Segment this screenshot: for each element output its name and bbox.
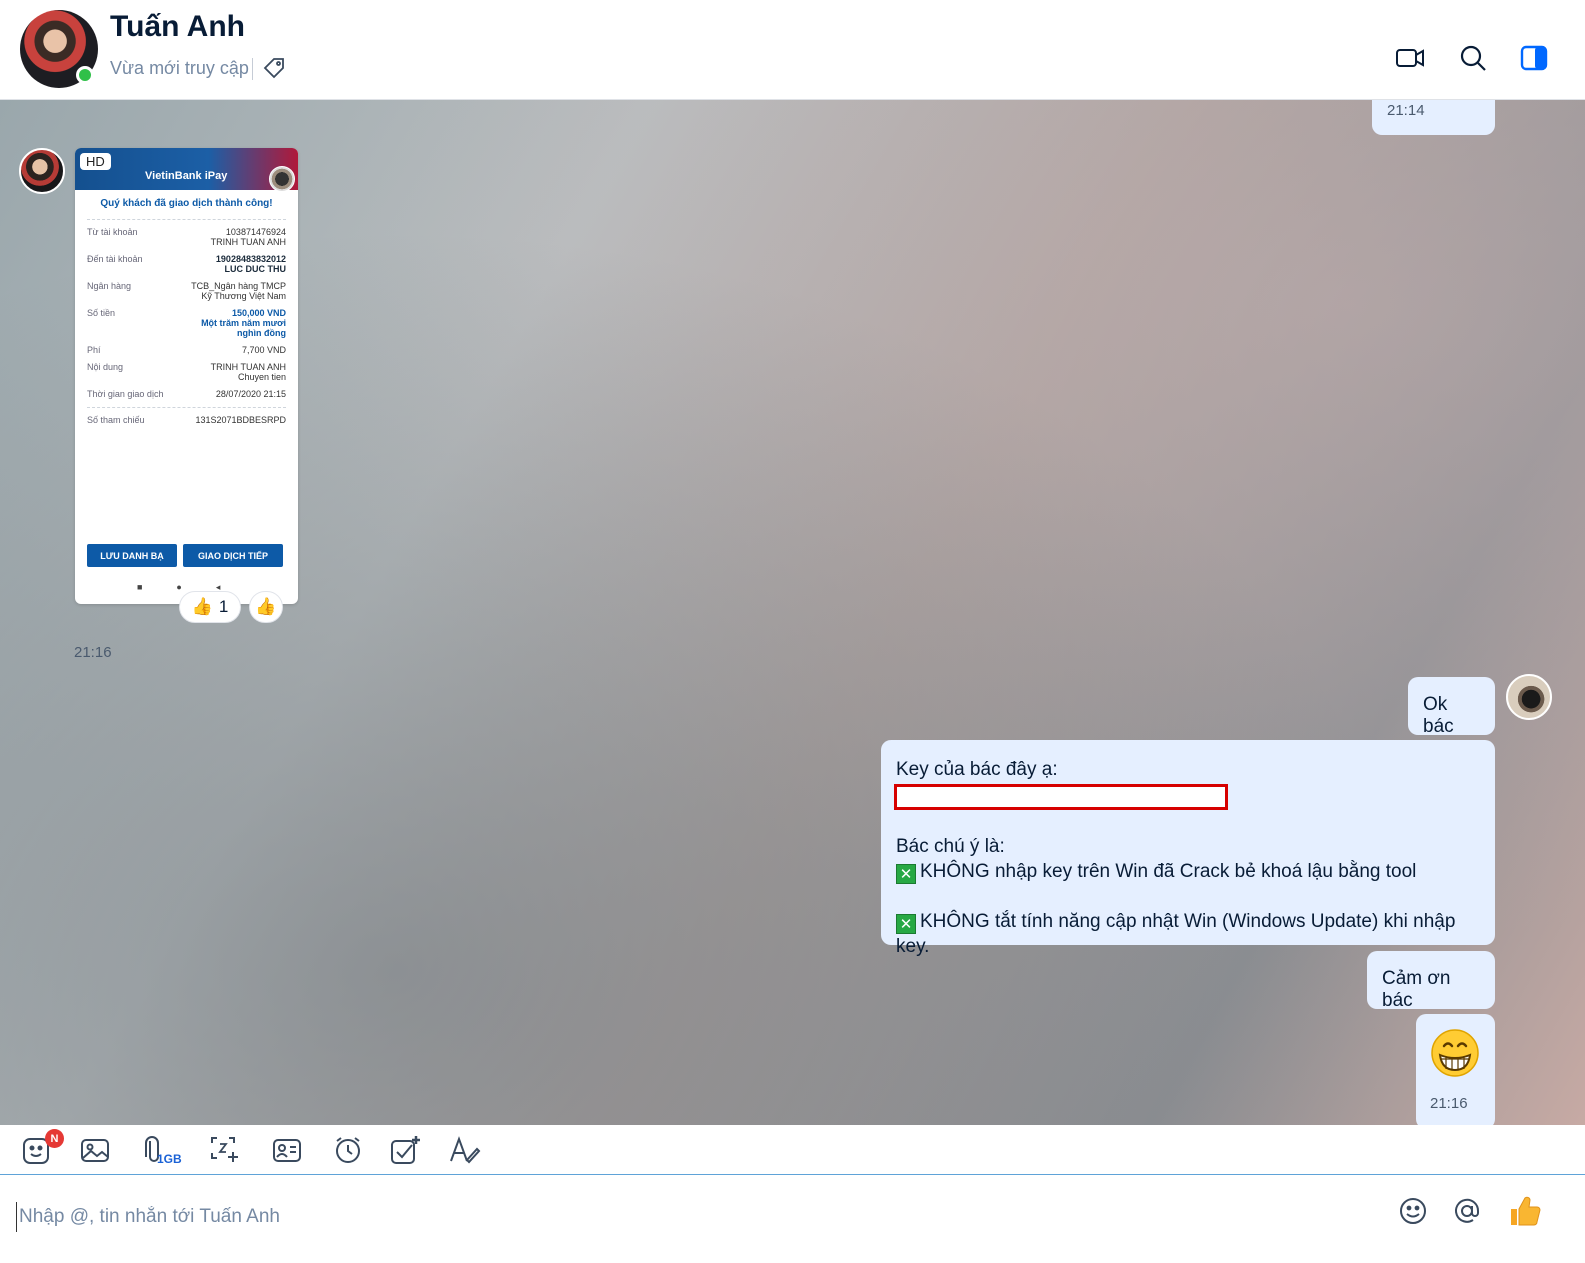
message-input[interactable] [16, 1202, 1376, 1232]
chat-messages[interactable]: 21:14 HD VietinBank iPay Quý khách đã gi… [0, 100, 1585, 1125]
reaction-count: 1 [218, 597, 229, 616]
message-bubble-key[interactable]: Key của bác đây ạ: Bác chú ý là: ✕ KHÔNG … [881, 740, 1495, 957]
sender-avatar[interactable] [19, 148, 65, 194]
contact-card-icon[interactable] [270, 1133, 304, 1167]
message-bubble-emoji[interactable]: 21:16 [1416, 1014, 1495, 1125]
receipt-save-contact-button: LƯU DANH BẠ [87, 544, 177, 567]
format-text-icon[interactable] [447, 1133, 481, 1167]
image-icon[interactable] [78, 1133, 112, 1167]
receipt-continue-button: GIAO DỊCH TIẾP [183, 544, 283, 567]
redacted-key-box [894, 784, 1228, 810]
my-avatar[interactable] [1506, 674, 1552, 720]
thumbs-up-icon: 👍 [191, 597, 213, 616]
search-icon[interactable] [1457, 42, 1489, 74]
contact-name[interactable]: Tuấn Anh [110, 10, 245, 44]
tag-icon[interactable] [262, 56, 286, 80]
file-limit-label: 1GB [157, 1152, 182, 1166]
send-like-icon[interactable] [1508, 1194, 1542, 1228]
hd-badge: HD [80, 153, 111, 170]
todo-icon[interactable] [389, 1133, 423, 1167]
composer-toolbar [0, 1125, 1585, 1175]
message-time: 21:14 [1387, 102, 1425, 119]
receipt-row: Phí 7,700 VND [87, 345, 286, 355]
chat-header: Tuấn Anh Vừa mới truy cập [0, 0, 1585, 100]
status-divider [252, 58, 253, 80]
mention-icon[interactable] [1450, 1194, 1484, 1228]
receipt-row: Số tham chiếu 131S2071BDBESRPD [87, 415, 286, 425]
message-text: Ok bác [1423, 694, 1454, 737]
message-bubble-ok[interactable]: Ok bác [1408, 677, 1495, 737]
grinning-emoji-icon [1431, 1029, 1479, 1077]
reaction-summary[interactable]: 👍 1 [179, 591, 241, 623]
screenshot-icon[interactable] [208, 1133, 242, 1167]
thumbs-up-icon: 👍 [255, 597, 277, 616]
message-bubble-previous[interactable]: 21:14 [1372, 100, 1495, 135]
video-call-icon[interactable] [1394, 42, 1426, 74]
receipt-row: Thời gian giao dịch 28/07/2020 21:15 [87, 389, 286, 399]
message-time: 21:16 [1430, 1095, 1468, 1112]
bank-brand: VietinBank iPay [145, 170, 228, 182]
message-text: Bác chú ý là: [896, 836, 1005, 857]
message-bubble-thanks[interactable]: Cảm ơn bác [1367, 951, 1495, 1011]
receipt-image[interactable]: HD VietinBank iPay Quý khách đã giao dịc… [75, 148, 298, 604]
receipt-row: Ngân hàng TCB_Ngân hàng TMCP Kỹ Thương Vi… [87, 281, 286, 301]
message-text: Cảm ơn bác [1382, 968, 1451, 1011]
message-text: KHÔNG nhập key trên Win đã Crack bẻ khoá… [920, 861, 1417, 882]
contact-last-seen: Vừa mới truy cập [110, 58, 249, 78]
receipt-row: Đến tài khoản 19028483832012 LUC DUC THU [87, 254, 286, 274]
emoji-icon[interactable] [1396, 1194, 1430, 1228]
receipt-row: Từ tài khoản 103871476924 TRINH TUAN ANH [87, 227, 286, 247]
message-time: 21:16 [74, 644, 112, 661]
online-status-dot [76, 66, 94, 84]
composer [0, 1176, 1585, 1263]
receipt-row: Nội dung TRINH TUAN ANH Chuyen tien [87, 362, 286, 382]
add-reaction-button[interactable]: 👍 [249, 591, 283, 623]
message-text: KHÔNG tắt tính năng cập nhật Win (Window… [896, 911, 1456, 957]
cross-mark-icon: ✕ [896, 864, 916, 884]
cross-mark-icon: ✕ [896, 914, 916, 934]
sidebar-toggle-icon[interactable] [1518, 42, 1550, 74]
watch-avatar-icon [269, 166, 295, 192]
message-text: Key của bác đây ạ: [896, 759, 1058, 780]
receipt-success-text: Quý khách đã giao dịch thành công! [100, 198, 273, 209]
reminder-icon[interactable] [331, 1133, 365, 1167]
receipt-row: Số tiền 150,000 VND Một trăm năm mươi nghì… [87, 308, 286, 338]
sticker-new-badge: N [45, 1129, 64, 1148]
